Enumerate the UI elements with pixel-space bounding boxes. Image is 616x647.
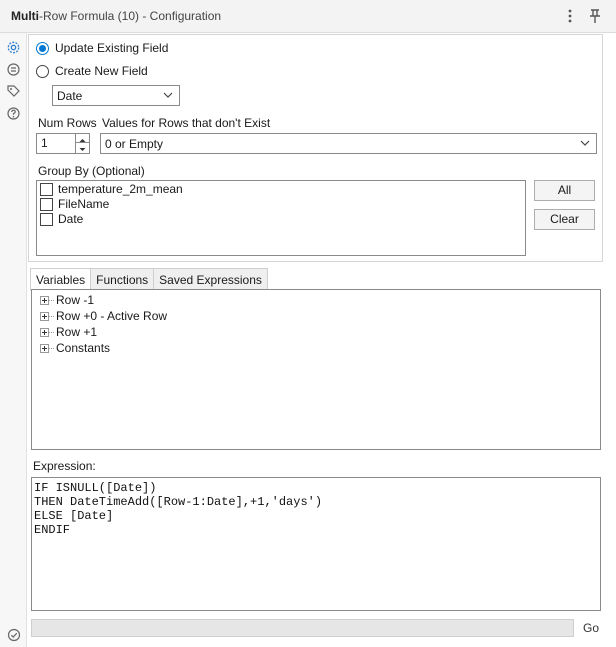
go-button[interactable]: Go — [583, 621, 599, 635]
gear-icon[interactable] — [6, 40, 21, 55]
missing-rows-value: 0 or Empty — [105, 137, 164, 151]
field-select[interactable]: Date — [52, 85, 180, 106]
group-by-item-date[interactable]: Date — [40, 212, 83, 226]
expression-line: ELSE [Date] — [34, 509, 114, 523]
group-by-item-label: FileName — [58, 197, 110, 211]
tab-variables[interactable]: Variables — [30, 268, 92, 291]
expand-icon[interactable] — [40, 327, 49, 337]
missing-rows-label: Values for Rows that don't Exist — [102, 116, 271, 130]
expand-icon[interactable] — [40, 295, 49, 305]
title-bar: Multi-Row Formula (10) - Configuration — [0, 0, 616, 33]
tab-saved-expressions[interactable]: Saved Expressions — [153, 268, 268, 290]
tab-functions[interactable]: Functions — [90, 268, 155, 290]
group-by-label: Group By (Optional) — [38, 164, 145, 178]
group-by-item-filename[interactable]: FileName — [40, 197, 109, 211]
field-select-value: Date — [57, 89, 83, 103]
select-all-button[interactable]: All — [534, 180, 595, 201]
spin-down-icon[interactable] — [76, 143, 89, 152]
spin-up-icon[interactable] — [76, 134, 89, 143]
tree-item-constants[interactable]: Constants — [40, 341, 110, 355]
expression-line: ENDIF — [34, 523, 71, 537]
spinner — [75, 134, 89, 153]
group-by-item-temperature[interactable]: temperature_2m_mean — [40, 182, 183, 196]
checkbox[interactable] — [40, 182, 53, 196]
progress-bar — [31, 619, 574, 637]
radio-checked-icon[interactable] — [36, 41, 49, 55]
chevron-down-icon — [163, 89, 173, 101]
tag-icon[interactable] — [6, 84, 21, 99]
radio-label: Update Existing Field — [55, 41, 169, 55]
num-rows-stepper[interactable]: 1 — [36, 133, 90, 154]
check-circle-icon — [7, 628, 21, 642]
variables-tree: Row -1 Row +0 - Active Row Row +1 Consta… — [31, 289, 601, 450]
tree-item-active-row[interactable]: Row +0 - Active Row — [40, 309, 167, 323]
group-by-item-label: temperature_2m_mean — [58, 182, 183, 196]
side-rail — [0, 33, 27, 647]
group-by-item-label: Date — [58, 212, 84, 226]
tree-item-label: Row +1 — [56, 325, 98, 339]
window-title: Multi-Row Formula (10) - Configuration — [11, 9, 222, 23]
tree-item-row-minus-1[interactable]: Row -1 — [40, 293, 94, 307]
expression-line: THEN DateTimeAdd([Row-1:Date],+1,'days') — [34, 495, 323, 509]
expand-icon[interactable] — [40, 311, 49, 321]
missing-rows-select[interactable]: 0 or Empty — [100, 133, 597, 154]
expression-line: IF ISNULL([Date]) — [34, 481, 157, 495]
checkbox[interactable] — [40, 212, 53, 226]
connections-icon[interactable] — [6, 62, 21, 77]
tree-item-label: Constants — [56, 341, 111, 355]
configuration-panel: Update Existing Field Create New Field D… — [28, 34, 603, 262]
update-existing-radio[interactable]: Update Existing Field — [36, 41, 168, 55]
num-rows-value: 1 — [41, 136, 48, 150]
expression-label: Expression: — [33, 459, 96, 473]
num-rows-label: Num Rows — [38, 116, 97, 130]
checkbox[interactable] — [40, 197, 53, 211]
expression-editor[interactable]: IF ISNULL([Date]) THEN DateTimeAdd([Row-1… — [31, 477, 601, 611]
more-vertical-icon[interactable] — [561, 6, 579, 26]
tree-item-row-plus-1[interactable]: Row +1 — [40, 325, 97, 339]
group-by-list: temperature_2m_mean FileName Date — [36, 180, 526, 256]
chevron-down-icon — [580, 137, 590, 149]
help-icon[interactable] — [6, 106, 21, 121]
radio-label: Create New Field — [55, 64, 148, 78]
radio-unchecked-icon[interactable] — [36, 64, 49, 78]
tab-strip: Variables Functions Saved Expressions — [30, 268, 268, 291]
tree-item-label: Row +0 - Active Row — [56, 309, 168, 323]
create-new-radio[interactable]: Create New Field — [36, 64, 148, 78]
clear-button[interactable]: Clear — [534, 209, 595, 230]
pin-icon[interactable] — [586, 6, 604, 26]
expand-icon[interactable] — [40, 343, 49, 353]
tree-item-label: Row -1 — [56, 293, 95, 307]
